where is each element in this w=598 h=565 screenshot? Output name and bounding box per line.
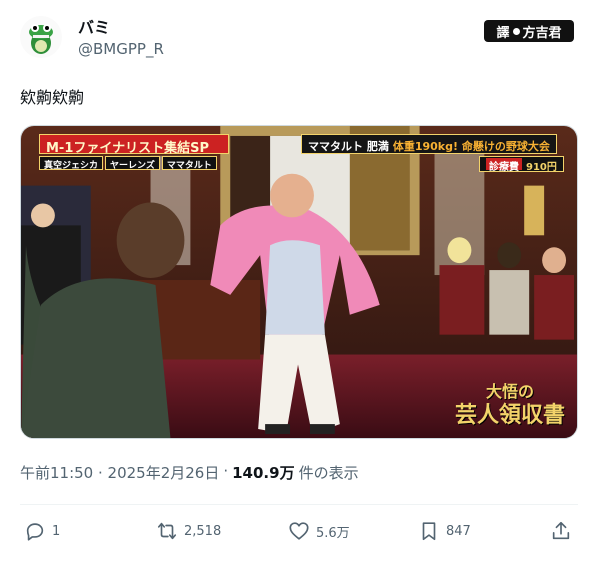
like-button[interactable]: 5.6万 [288, 520, 350, 542]
watermark-dot-icon [512, 27, 520, 35]
tweet-text: 欸齁欸齁 [20, 88, 85, 107]
caption-name-1: 真空ジェシカ [39, 156, 104, 171]
bookmark-button[interactable]: 847 [418, 520, 471, 542]
divider [20, 504, 578, 505]
author-handle[interactable]: @BMGPP_R [78, 40, 164, 58]
views-count: 140.9万 [232, 464, 295, 482]
caption-event-main: 体重190kg! 命懸けの野球大会 [392, 140, 550, 153]
watermark-right: 方吉君 [522, 25, 562, 41]
show-logo-line2: 芸人領収書 [454, 401, 565, 428]
share-button[interactable] [550, 520, 572, 542]
bookmark-count: 847 [446, 523, 471, 539]
caption-names: 真空ジェシカ ヤーレンズ ママタルト [39, 156, 217, 171]
reply-icon [26, 523, 44, 541]
show-logo-line1: 大悟の [485, 382, 534, 402]
caption-fee: 診療費 910円 [479, 156, 564, 173]
caption-title: M-1ファイナリスト集結SP [39, 134, 229, 156]
show-logo: 大悟の 芸人領収書 [455, 382, 565, 428]
reply-button[interactable]: 1 [24, 520, 60, 542]
bookmark-icon [422, 522, 436, 541]
crocodile-avatar-icon [20, 16, 62, 58]
meta-separator: · [223, 462, 229, 480]
watermark-badge: 譯 方吉君 [484, 20, 574, 42]
tweet-media-image[interactable]: M-1ファイナリスト集結SP 真空ジェシカ ヤーレンズ ママタルト ママタルト … [20, 125, 578, 439]
retweet-icon [157, 522, 177, 540]
retweet-count: 2,518 [184, 523, 222, 539]
caption-name-2: ヤーレンズ [105, 156, 160, 171]
caption-fee-value: 910円 [526, 162, 557, 173]
author-display-name[interactable]: バミ [78, 14, 110, 38]
like-count: 5.6万 [316, 525, 350, 541]
retweet-button[interactable]: 2,518 [156, 520, 221, 542]
action-bar: 1 2,518 5.6万 847 [0, 520, 598, 550]
share-icon [552, 521, 570, 540]
heart-icon [289, 522, 309, 540]
caption-event-prefix: ママタルト 肥満 [308, 140, 389, 153]
reply-count: 1 [52, 523, 61, 539]
views-label: 件の表示 [298, 464, 359, 482]
caption-fee-label: 診療費 [486, 158, 522, 173]
avatar[interactable] [20, 16, 62, 58]
tweet-timestamp[interactable]: 午前11:50 · 2025年2月26日 [20, 462, 219, 483]
caption-name-3: ママタルト [161, 156, 217, 171]
caption-event: ママタルト 肥満 体重190kg! 命懸けの野球大会 [301, 134, 557, 154]
tweet-meta: 午前11:50 · 2025年2月26日 · 140.9万 件の表示 [20, 462, 359, 483]
watermark-left: 譯 [496, 25, 510, 41]
